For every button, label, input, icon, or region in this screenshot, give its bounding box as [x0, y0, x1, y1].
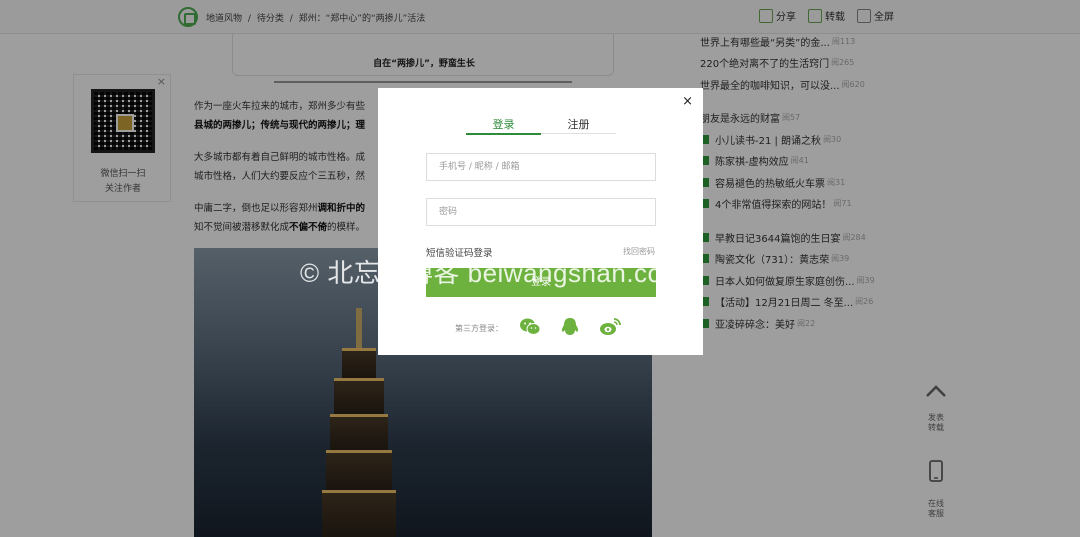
tab-register[interactable]: 注册: [541, 116, 616, 132]
wechat-icon[interactable]: [519, 317, 541, 337]
account-input[interactable]: [427, 154, 655, 180]
password-input[interactable]: [427, 199, 655, 225]
weibo-icon[interactable]: [599, 317, 621, 337]
password-field: [426, 198, 656, 226]
tab-login[interactable]: 登录: [466, 116, 541, 135]
third-party-label: 第三方登录：: [455, 324, 503, 333]
qq-icon[interactable]: [559, 317, 581, 337]
login-modal: × 登录 注册 短信验证码登录 找回密码 登录 第三方登录：: [378, 88, 703, 355]
watermark-text: © 北忘山博客 beiwangshan.com: [300, 258, 685, 288]
auth-tabs: 登录 注册: [466, 116, 616, 135]
close-icon[interactable]: ×: [682, 94, 693, 109]
account-field: [426, 153, 656, 181]
